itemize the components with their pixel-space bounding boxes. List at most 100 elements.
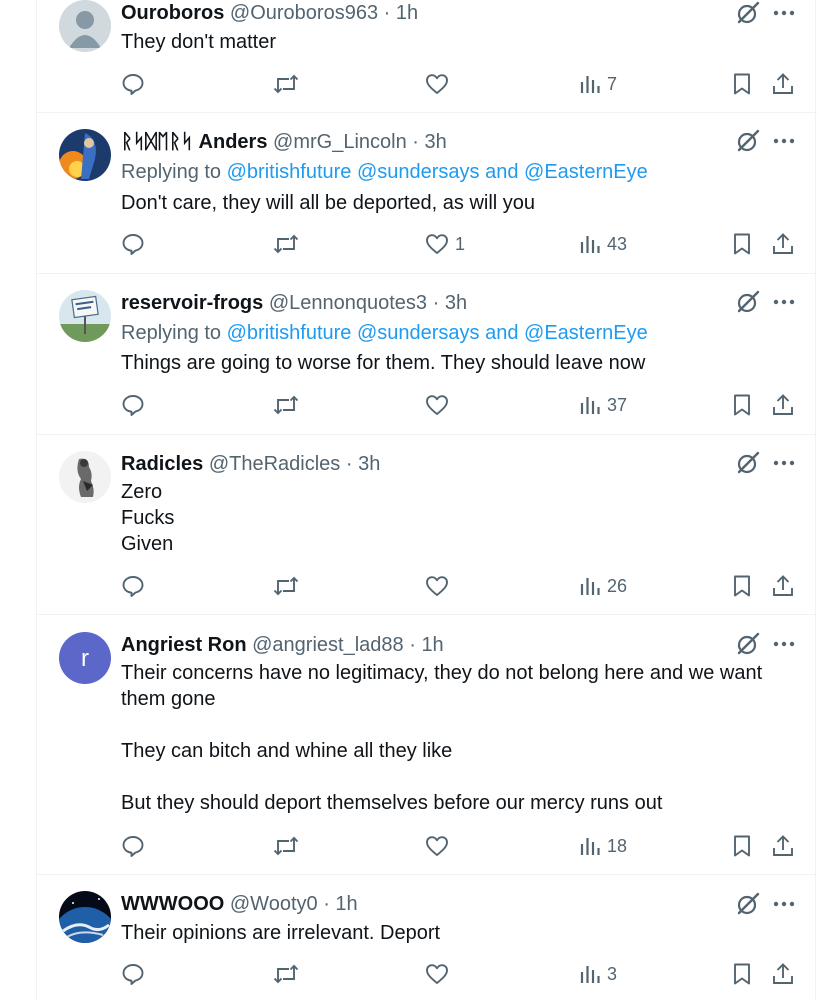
views-button[interactable]: 43 [579, 229, 627, 259]
tweet[interactable]: WWWOOO @Wooty0 · 1h Their opinions are i… [37, 875, 817, 1000]
reply-button[interactable] [121, 571, 145, 601]
tweet[interactable]: ᚱᛋᛞᛖᚱᛋ Anders @mrG_Lincoln · 3h Replying… [37, 113, 817, 274]
timestamp[interactable]: 3h [358, 453, 380, 475]
replying-to-label: Replying to [121, 322, 222, 344]
views-icon [580, 76, 600, 93]
display-name[interactable]: Ouroboros [121, 2, 224, 24]
tweet-text-line: But they should deport themselves before… [121, 792, 663, 814]
more-icon[interactable] [771, 128, 797, 154]
share-button[interactable] [771, 390, 795, 420]
bookmark-button[interactable] [731, 959, 753, 989]
share-button[interactable] [771, 959, 795, 989]
display-name[interactable]: Radicles [121, 453, 203, 475]
retweet-button[interactable] [273, 831, 299, 861]
views-count: 7 [607, 73, 618, 94]
like-button[interactable] [425, 390, 455, 420]
views-button[interactable]: 3 [579, 959, 617, 989]
tweet-text-line: them gone [121, 688, 216, 710]
tweet[interactable]: r Angriest Ron @angriest_lad88 · 1h Thei… [37, 615, 817, 875]
user-handle[interactable]: @Wooty0 [230, 893, 318, 915]
tweet-text-line: Zero [121, 481, 163, 503]
tweet-text-line: They don't matter [121, 31, 276, 53]
views-button[interactable]: 37 [579, 390, 627, 420]
retweet-icon [273, 74, 299, 94]
avatar[interactable] [59, 451, 111, 503]
grok-icon[interactable] [735, 289, 761, 315]
share-button[interactable] [771, 571, 795, 601]
grok-icon[interactable] [735, 631, 761, 657]
share-button[interactable] [771, 831, 795, 861]
separator-dot: · [383, 2, 391, 24]
user-handle[interactable]: @Ouroboros963 [230, 2, 378, 24]
bookmark-button[interactable] [731, 69, 753, 99]
reply-icon [122, 964, 144, 985]
views-count: 43 [607, 233, 628, 254]
retweet-button[interactable] [273, 390, 299, 420]
action-bar: 26 [121, 571, 801, 601]
reply-button[interactable] [121, 390, 145, 420]
action-bar: 3 [121, 959, 801, 989]
bookmark-icon [734, 963, 750, 985]
reply-button[interactable] [121, 831, 145, 861]
reply-button[interactable] [121, 959, 145, 989]
bookmark-button[interactable] [731, 229, 753, 259]
mention-links[interactable]: @britishfuture @sundersays and @EasternE… [227, 161, 648, 183]
avatar[interactable]: r [59, 632, 111, 684]
separator-dot: · [345, 453, 353, 475]
display-name[interactable]: ᚱᛋᛞᛖᚱᛋ Anders [121, 131, 267, 153]
grok-icon[interactable] [735, 891, 761, 917]
avatar[interactable] [59, 129, 111, 181]
display-name[interactable]: Angriest Ron [121, 634, 247, 656]
reply-button[interactable] [121, 229, 145, 259]
user-handle[interactable]: @TheRadicles [209, 453, 340, 475]
tweet[interactable]: Ouroboros @Ouroboros963 · 1h They don't … [37, 0, 817, 113]
grok-icon[interactable] [735, 128, 761, 154]
views-button[interactable]: 18 [579, 831, 627, 861]
like-button[interactable] [425, 69, 455, 99]
timestamp[interactable]: 1h [335, 893, 357, 915]
share-button[interactable] [771, 69, 795, 99]
timestamp[interactable]: 3h [445, 292, 467, 314]
like-button[interactable] [425, 959, 455, 989]
display-name[interactable]: reservoir-frogs [121, 292, 263, 314]
views-button[interactable]: 7 [579, 69, 617, 99]
share-button[interactable] [771, 229, 795, 259]
bookmark-button[interactable] [731, 571, 753, 601]
tweet[interactable]: Radicles @TheRadicles · 3h Zero Fucks Gi… [37, 435, 817, 615]
retweet-button[interactable] [273, 959, 299, 989]
more-icon[interactable] [771, 289, 797, 315]
tweet-text-line: Their opinions are irrelevant. Deport [121, 922, 441, 944]
like-button[interactable] [425, 571, 455, 601]
retweet-button[interactable] [273, 69, 299, 99]
tweet-header: reservoir-frogs @Lennonquotes3 · 3h [121, 290, 727, 316]
retweet-button[interactable] [273, 571, 299, 601]
retweet-button[interactable] [273, 229, 299, 259]
like-button[interactable]: 1 [425, 229, 465, 259]
more-icon[interactable] [771, 450, 797, 476]
bookmark-button[interactable] [731, 390, 753, 420]
avatar[interactable] [59, 0, 111, 52]
tweet-header: WWWOOO @Wooty0 · 1h [121, 891, 727, 917]
grok-icon[interactable] [735, 450, 761, 476]
tweet[interactable]: reservoir-frogs @Lennonquotes3 · 3h Repl… [37, 274, 817, 435]
timestamp[interactable]: 1h [421, 634, 443, 656]
views-button[interactable]: 26 [579, 571, 627, 601]
user-handle[interactable]: @Lennonquotes3 [269, 292, 427, 314]
grok-icon[interactable] [735, 0, 761, 26]
avatar[interactable] [59, 290, 111, 342]
display-name[interactable]: WWWOOO [121, 893, 224, 915]
more-icon[interactable] [771, 0, 797, 26]
reply-button[interactable] [121, 69, 145, 99]
user-handle[interactable]: @angriest_lad88 [252, 634, 404, 656]
mention-links[interactable]: @britishfuture @sundersays and @EasternE… [227, 322, 648, 344]
separator-dot: · [432, 292, 440, 314]
timestamp[interactable]: 1h [396, 2, 418, 24]
avatar[interactable] [59, 891, 111, 943]
tweet-text: They don't matter [121, 29, 781, 55]
more-icon[interactable] [771, 891, 797, 917]
more-icon[interactable] [771, 631, 797, 657]
like-button[interactable] [425, 831, 455, 861]
bookmark-button[interactable] [731, 831, 753, 861]
user-handle[interactable]: @mrG_Lincoln [273, 131, 407, 153]
timestamp[interactable]: 3h [425, 131, 447, 153]
